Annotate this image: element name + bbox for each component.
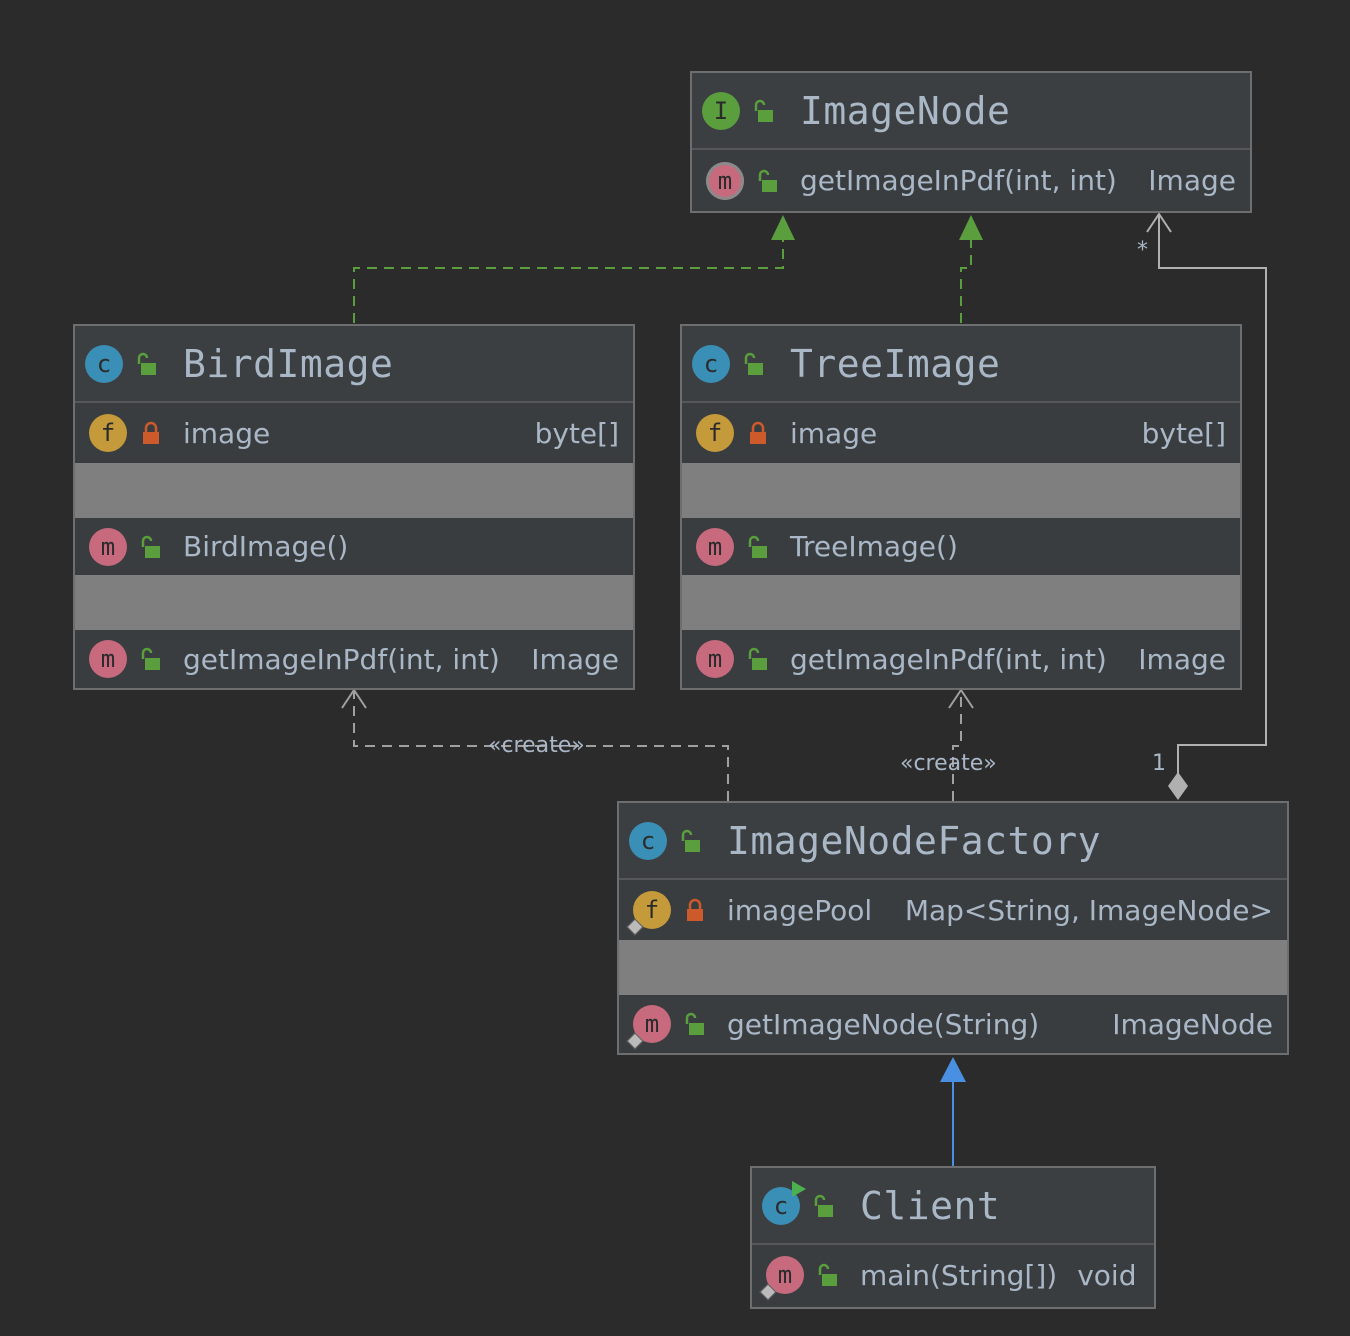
method-signature: getImageInPdf(int, int): [790, 642, 1107, 676]
field-type: Map<String, ImageNode>: [904, 893, 1273, 927]
field-icon: f: [696, 414, 734, 452]
edge-label-create-bird: «create»: [488, 733, 585, 758]
node-header: I ImageNode: [692, 73, 1250, 150]
class-name: ImageNode: [800, 88, 1011, 133]
public-icon: [139, 647, 163, 671]
class-icon: c: [692, 344, 730, 383]
method-icon: m: [89, 640, 127, 678]
section-separator: [75, 463, 633, 518]
private-icon: [139, 421, 163, 445]
node-header: c BirdImage: [75, 326, 633, 403]
client-factory-edge[interactable]: [940, 1057, 966, 1166]
public-icon: [683, 1012, 707, 1036]
edge-label-create-tree: «create»: [900, 751, 997, 776]
constructor-row[interactable]: m TreeImage(): [682, 518, 1240, 575]
method-row[interactable]: m getImageInPdf(int, int) Image: [692, 150, 1250, 211]
multiplicity-one: 1: [1152, 751, 1166, 776]
factory-create-tree-edge[interactable]: [948, 688, 974, 801]
method-row[interactable]: m getImageInPdf(int, int) Image: [75, 630, 633, 688]
public-icon: [816, 1263, 840, 1287]
static-method-icon: m: [759, 1256, 804, 1301]
constructor-signature: BirdImage(): [183, 530, 349, 563]
section-separator: [682, 575, 1240, 630]
node-header: c TreeImage: [682, 326, 1240, 403]
public-icon: [679, 829, 703, 853]
return-type: void: [1077, 1258, 1137, 1292]
runnable-class-icon: c: [762, 1180, 806, 1225]
class-name: Client: [860, 1183, 1001, 1228]
public-icon: [756, 169, 780, 193]
return-type: Image: [531, 642, 619, 676]
section-separator: [682, 463, 1240, 518]
constructor-signature: TreeImage(): [790, 530, 958, 563]
section-separator: [619, 940, 1287, 995]
static-field-icon: f: [626, 891, 671, 936]
private-icon: [683, 898, 707, 922]
method-icon: m: [89, 527, 127, 566]
class-icon: c: [85, 344, 123, 383]
node-header: c Client: [752, 1168, 1154, 1245]
public-icon: [135, 352, 159, 376]
multiplicity-many: *: [1137, 238, 1148, 263]
public-icon: [139, 535, 163, 559]
static-method-icon: m: [626, 1005, 671, 1050]
return-type: Image: [1148, 164, 1236, 197]
class-name: BirdImage: [183, 341, 394, 386]
abstract-method-icon: m: [706, 161, 744, 200]
public-icon: [752, 99, 776, 123]
public-icon: [812, 1194, 836, 1218]
public-icon: [746, 535, 770, 559]
method-row[interactable]: m getImageNode(String) ImageNode: [619, 995, 1287, 1053]
constructor-row[interactable]: m BirdImage(): [75, 518, 633, 575]
image-node-interface[interactable]: I ImageNode m getImageInPdf(int, int) Im…: [690, 71, 1252, 213]
field-icon: f: [89, 414, 127, 452]
field-name: image: [790, 416, 878, 450]
static-marker-icon: [626, 918, 644, 936]
public-icon: [746, 647, 770, 671]
field-name: imagePool: [727, 893, 873, 927]
field-type: byte[]: [534, 416, 619, 450]
class-name: TreeImage: [790, 341, 1001, 386]
class-name: ImageNodeFactory: [727, 818, 1102, 863]
field-row[interactable]: f image byte[]: [75, 403, 633, 463]
method-icon: m: [696, 527, 734, 566]
field-name: image: [183, 416, 271, 450]
node-header: c ImageNodeFactory: [619, 803, 1287, 880]
tree-image-class[interactable]: c TreeImage f image byte[] m TreeImage()…: [680, 324, 1242, 690]
bird-image-class[interactable]: c BirdImage f image byte[] m BirdImage()…: [73, 324, 635, 690]
tree-implements-edge[interactable]: [959, 215, 983, 323]
static-marker-icon: [759, 1283, 777, 1301]
method-icon: m: [696, 640, 734, 678]
public-icon: [742, 352, 766, 376]
run-marker-icon: [792, 1180, 806, 1197]
bird-implements-edge[interactable]: [353, 215, 795, 323]
client-class[interactable]: c Client m main(String[]) void: [750, 1166, 1156, 1309]
method-signature: getImageInPdf(int, int): [800, 164, 1117, 197]
class-icon: c: [629, 821, 667, 860]
field-row[interactable]: f image byte[]: [682, 403, 1240, 463]
method-row[interactable]: m main(String[]) void: [752, 1245, 1154, 1305]
static-marker-icon: [626, 1032, 644, 1050]
method-row[interactable]: m getImageInPdf(int, int) Image: [682, 630, 1240, 688]
private-icon: [746, 421, 770, 445]
image-node-factory-class[interactable]: c ImageNodeFactory f imagePool Map<Strin…: [617, 801, 1289, 1055]
field-type: byte[]: [1141, 416, 1226, 450]
return-type: Image: [1138, 642, 1226, 676]
field-row[interactable]: f imagePool Map<String, ImageNode>: [619, 880, 1287, 940]
method-signature: getImageNode(String): [727, 1007, 1040, 1041]
section-separator: [75, 575, 633, 630]
return-type: ImageNode: [1112, 1007, 1273, 1041]
method-signature: getImageInPdf(int, int): [183, 642, 500, 676]
interface-icon: I: [702, 91, 740, 130]
method-signature: main(String[]): [860, 1258, 1058, 1292]
